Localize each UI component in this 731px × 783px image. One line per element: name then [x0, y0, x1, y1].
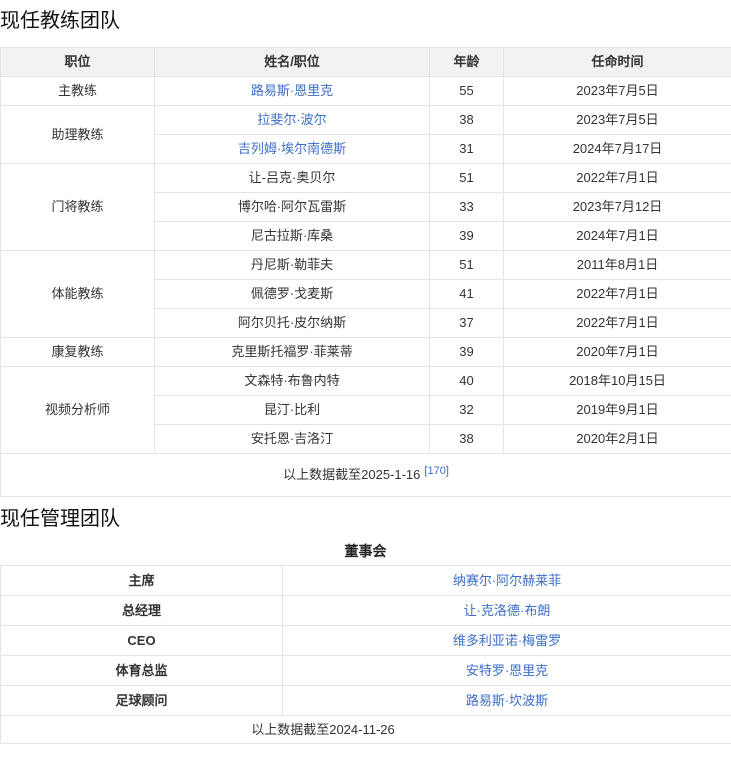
- name-cell: 让-吕克·奥贝尔: [155, 164, 430, 193]
- date-cell: 2018年10月15日: [504, 367, 731, 396]
- table-row: 总经理 让·克洛德·布朗: [1, 596, 731, 626]
- person-link[interactable]: 纳赛尔·阿尔赫莱菲: [453, 573, 561, 588]
- table-footer-row: 以上数据截至2025-1-16 [170]: [1, 454, 731, 497]
- table-row: 足球顾问 路易斯·坎波斯: [1, 686, 731, 716]
- role-cell: 总经理: [1, 596, 283, 626]
- age-cell: 32: [430, 396, 504, 425]
- table-row: 体育总监 安特罗·恩里克: [1, 656, 731, 686]
- name-cell: 博尔哈·阿尔瓦雷斯: [155, 193, 430, 222]
- table-row: 视频分析师 文森特·布鲁内特 40 2018年10月15日: [1, 367, 731, 396]
- person-link[interactable]: 让·克洛德·布朗: [464, 603, 551, 618]
- name-cell: 让·克洛德·布朗: [283, 596, 731, 626]
- age-cell: 38: [430, 106, 504, 135]
- age-cell: 33: [430, 193, 504, 222]
- coaching-section-title: 现任教练团队: [0, 0, 731, 47]
- role-cell: 足球顾问: [1, 686, 283, 716]
- name-cell: 昆汀·比利: [155, 396, 430, 425]
- data-cutoff-note: 以上数据截至2025-1-16 [170]: [1, 454, 731, 497]
- age-cell: 39: [430, 338, 504, 367]
- age-cell: 40: [430, 367, 504, 396]
- board-caption: 董事会: [0, 542, 731, 560]
- management-section-title: 现任管理团队: [0, 497, 731, 532]
- date-cell: 2011年8月1日: [504, 251, 731, 280]
- table-footer-row: 以上数据截至2024-11-26: [1, 716, 731, 744]
- table-row: 主席 纳赛尔·阿尔赫莱菲: [1, 566, 731, 596]
- name-cell: 佩德罗·戈麦斯: [155, 280, 430, 309]
- position-cell: 康复教练: [1, 338, 155, 367]
- age-cell: 39: [430, 222, 504, 251]
- date-cell: 2024年7月17日: [504, 135, 731, 164]
- reference-link[interactable]: [170]: [424, 465, 448, 477]
- date-cell: 2019年9月1日: [504, 396, 731, 425]
- coaching-staff-table: 职位 姓名/职位 年龄 任命时间 主教练 路易斯·恩里克 55 2023年7月5…: [0, 47, 731, 497]
- date-cell: 2020年7月1日: [504, 338, 731, 367]
- name-cell: 路易斯·恩里克: [155, 77, 430, 106]
- role-cell: 体育总监: [1, 656, 283, 686]
- date-cell: 2022年7月1日: [504, 164, 731, 193]
- position-cell: 助理教练: [1, 106, 155, 164]
- name-cell: 吉列姆·埃尔南德斯: [155, 135, 430, 164]
- column-header-position: 职位: [1, 48, 155, 77]
- role-cell: 主席: [1, 566, 283, 596]
- name-cell: 克里斯托福罗·菲莱蒂: [155, 338, 430, 367]
- name-cell: 丹尼斯·勒菲夫: [155, 251, 430, 280]
- name-cell: 尼古拉斯·库桑: [155, 222, 430, 251]
- name-cell: 维多利亚诺·梅雷罗: [283, 626, 731, 656]
- table-row: 体能教练 丹尼斯·勒菲夫 51 2011年8月1日: [1, 251, 731, 280]
- column-header-name: 姓名/职位: [155, 48, 430, 77]
- age-cell: 38: [430, 425, 504, 454]
- name-cell: 拉斐尔·波尔: [155, 106, 430, 135]
- person-link[interactable]: 拉斐尔·波尔: [257, 112, 326, 127]
- table-row: CEO 维多利亚诺·梅雷罗: [1, 626, 731, 656]
- name-cell: 文森特·布鲁内特: [155, 367, 430, 396]
- table-row: 康复教练 克里斯托福罗·菲莱蒂 39 2020年7月1日: [1, 338, 731, 367]
- date-cell: 2020年2月1日: [504, 425, 731, 454]
- position-cell: 体能教练: [1, 251, 155, 338]
- table-row: 助理教练 拉斐尔·波尔 38 2023年7月5日: [1, 106, 731, 135]
- position-cell: 门将教练: [1, 164, 155, 251]
- person-link[interactable]: 安特罗·恩里克: [466, 663, 548, 678]
- person-link[interactable]: 维多利亚诺·梅雷罗: [453, 633, 561, 648]
- name-cell: 纳赛尔·阿尔赫莱菲: [283, 566, 731, 596]
- date-cell: 2024年7月1日: [504, 222, 731, 251]
- data-cutoff-note: 以上数据截至2024-11-26: [1, 716, 731, 744]
- table-row: 主教练 路易斯·恩里克 55 2023年7月5日: [1, 77, 731, 106]
- person-link[interactable]: 路易斯·坎波斯: [466, 693, 548, 708]
- column-header-date: 任命时间: [504, 48, 731, 77]
- name-cell: 阿尔贝托·皮尔纳斯: [155, 309, 430, 338]
- date-cell: 2023年7月12日: [504, 193, 731, 222]
- date-cell: 2023年7月5日: [504, 77, 731, 106]
- position-cell: 视频分析师: [1, 367, 155, 454]
- person-link[interactable]: 吉列姆·埃尔南德斯: [238, 141, 346, 156]
- age-cell: 51: [430, 164, 504, 193]
- age-cell: 37: [430, 309, 504, 338]
- age-cell: 41: [430, 280, 504, 309]
- date-cell: 2022年7月1日: [504, 309, 731, 338]
- table-header-row: 职位 姓名/职位 年龄 任命时间: [1, 48, 731, 77]
- name-cell: 安特罗·恩里克: [283, 656, 731, 686]
- age-cell: 55: [430, 77, 504, 106]
- position-cell: 主教练: [1, 77, 155, 106]
- name-cell: 路易斯·坎波斯: [283, 686, 731, 716]
- column-header-age: 年龄: [430, 48, 504, 77]
- management-team-table: 主席 纳赛尔·阿尔赫莱菲 总经理 让·克洛德·布朗 CEO 维多利亚诺·梅雷罗 …: [0, 565, 731, 744]
- name-cell: 安托恩·吉洛汀: [155, 425, 430, 454]
- date-cell: 2022年7月1日: [504, 280, 731, 309]
- table-row: 门将教练 让-吕克·奥贝尔 51 2022年7月1日: [1, 164, 731, 193]
- person-link[interactable]: 路易斯·恩里克: [251, 83, 333, 98]
- data-cutoff-text: 以上数据截至2025-1-16: [283, 467, 420, 482]
- date-cell: 2023年7月5日: [504, 106, 731, 135]
- age-cell: 51: [430, 251, 504, 280]
- role-cell: CEO: [1, 626, 283, 656]
- age-cell: 31: [430, 135, 504, 164]
